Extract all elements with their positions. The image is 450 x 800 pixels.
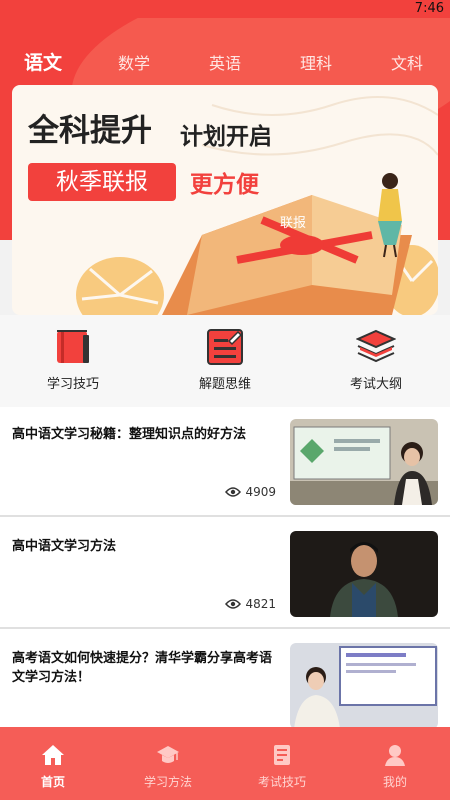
- book-label: 联报: [280, 216, 306, 231]
- status-time: 7:46: [414, 1, 444, 16]
- user-icon: [385, 745, 405, 766]
- promo-banner[interactable]: 联报 全科提升 计划开启 秋季联报 更方便: [12, 85, 438, 315]
- article-title: 高中语文学习秘籍：整理知识点的好方法: [12, 427, 247, 442]
- quick-link-study-tips[interactable]: 学习技巧: [18, 327, 128, 392]
- nav-profile[interactable]: 我的: [350, 743, 440, 790]
- quick-link-label: 解题思维: [198, 377, 251, 392]
- list-item[interactable]: 高考语文如何快速提分？清华学霸分享高考语文学习方法！: [0, 631, 450, 727]
- status-bar: 7:46: [0, 0, 450, 18]
- tab-liberal-arts[interactable]: 文科: [391, 50, 423, 74]
- tab-math[interactable]: 数学: [118, 50, 150, 74]
- student-portrait-thumbnail: [290, 531, 438, 617]
- graduation-cap-icon: [157, 746, 179, 763]
- banner-subtitle: 更方便: [190, 172, 259, 198]
- teacher-classroom-thumbnail: [290, 419, 438, 505]
- banner-title-sub: 计划开启: [180, 124, 272, 150]
- view-count: 4909: [225, 485, 276, 499]
- nav-label: 考试技巧: [257, 775, 306, 789]
- list-item[interactable]: 高中语文学习秘籍：整理知识点的好方法 4909: [0, 407, 450, 517]
- quick-links: 学习技巧 解题思维 考试大纲: [0, 315, 450, 407]
- home-icon: [42, 745, 64, 765]
- tab-science[interactable]: 理科: [300, 50, 332, 74]
- eye-icon: [225, 599, 242, 609]
- article-list: 高中语文学习秘籍：整理知识点的好方法 4909 高中语文学习方法 4821 高考…: [0, 407, 450, 727]
- list-item[interactable]: 高中语文学习方法 4821: [0, 519, 450, 629]
- nav-label: 首页: [40, 775, 65, 789]
- quick-link-label: 考试大纲: [349, 377, 402, 392]
- document-icon: [274, 745, 290, 765]
- nav-label: 我的: [382, 775, 407, 789]
- tab-english[interactable]: 英语: [209, 50, 241, 74]
- nav-exam-tips[interactable]: 考试技巧: [237, 743, 327, 790]
- edit-note-icon: [207, 329, 243, 365]
- book-icon: [57, 330, 89, 363]
- tab-chinese[interactable]: 语文: [24, 48, 62, 75]
- lecture-screen-thumbnail: [290, 643, 438, 727]
- nav-home[interactable]: 首页: [8, 743, 98, 790]
- article-title: 高考语文如何快速提分？清华学霸分享高考语文学习方法！: [12, 651, 273, 685]
- view-count-value: 4821: [245, 597, 276, 611]
- subject-tabs: 语文 数学 英语 理科 文科: [0, 40, 450, 80]
- view-count: 4821: [225, 597, 276, 611]
- nav-label: 学习方法: [143, 775, 192, 789]
- quick-link-problem-solving[interactable]: 解题思维: [170, 327, 280, 392]
- view-count-value: 4909: [245, 485, 276, 499]
- eye-icon: [225, 487, 242, 497]
- nav-study-methods[interactable]: 学习方法: [123, 743, 213, 790]
- banner-title-main: 全科提升: [28, 113, 152, 149]
- layers-icon: [356, 329, 396, 363]
- bottom-nav: 首页 学习方法 考试技巧 我的: [0, 727, 450, 800]
- quick-link-label: 学习技巧: [46, 377, 99, 392]
- banner-badge: 秋季联报: [28, 163, 176, 201]
- quick-link-exam-outline[interactable]: 考试大纲: [321, 327, 431, 392]
- article-title: 高中语文学习方法: [12, 539, 117, 554]
